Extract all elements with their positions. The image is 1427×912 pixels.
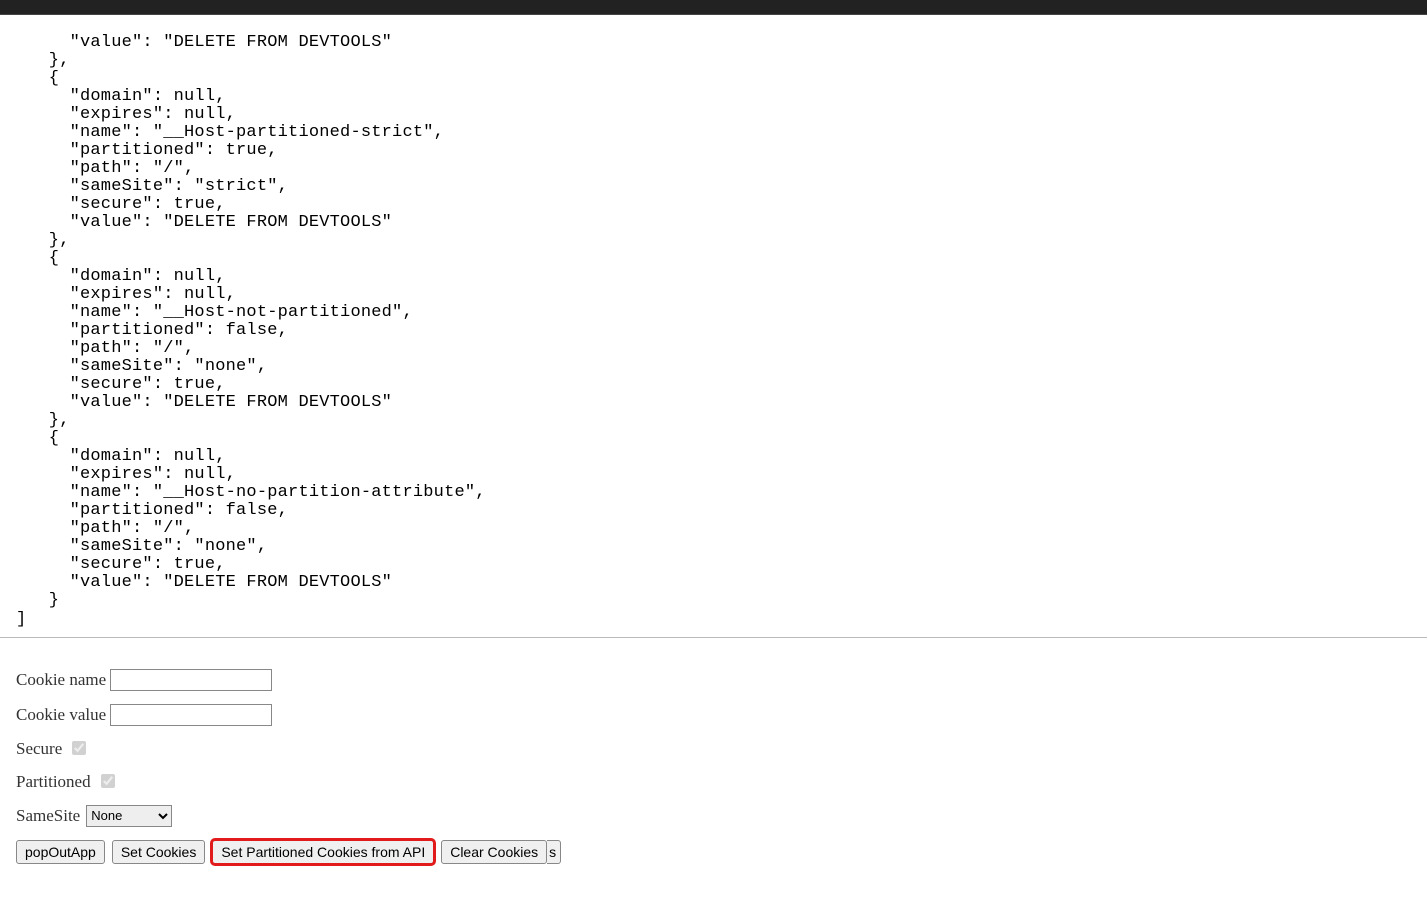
json-line: {: [28, 249, 59, 268]
json-line: "path": "/",: [28, 159, 194, 178]
page-content: "value": "DELETE FROM DEVTOOLS" }, { "do…: [0, 32, 1427, 876]
set-cookies-button[interactable]: Set Cookies: [112, 840, 205, 864]
clear-cookies-button[interactable]: Clear Cookies: [441, 840, 547, 864]
json-line: "secure": true,: [28, 375, 226, 394]
json-line: "value": "DELETE FROM DEVTOOLS": [28, 213, 392, 232]
partitioned-checkbox[interactable]: [101, 774, 115, 788]
json-line: "path": "/",: [28, 339, 194, 358]
cookie-value-input[interactable]: [110, 704, 272, 726]
json-line: "sameSite": "strict",: [28, 177, 288, 196]
cookie-name-input[interactable]: [110, 669, 272, 691]
json-line: "domain": null,: [28, 87, 226, 106]
partitioned-label: Partitioned: [16, 772, 91, 792]
browser-title-bar: [0, 0, 1427, 15]
json-line: {: [28, 69, 59, 88]
json-line: "name": "__Host-partitioned-strict",: [28, 123, 444, 142]
json-line: "domain": null,: [28, 447, 226, 466]
json-line: "expires": null,: [28, 465, 236, 484]
json-line: "domain": null,: [28, 267, 226, 286]
json-line: "path": "/",: [28, 519, 194, 538]
json-line: "sameSite": "none",: [28, 537, 267, 556]
json-line: "value": "DELETE FROM DEVTOOLS": [28, 573, 392, 592]
secure-row: Secure: [16, 739, 1411, 759]
json-line: }: [28, 591, 59, 610]
cookie-name-row: Cookie name: [16, 669, 1411, 691]
json-output: "value": "DELETE FROM DEVTOOLS" }, { "do…: [0, 32, 1427, 638]
cookie-value-row: Cookie value: [16, 704, 1411, 726]
partial-hidden-button[interactable]: s: [547, 840, 561, 864]
json-line: "partitioned": true,: [28, 141, 278, 160]
json-line: {: [28, 429, 59, 448]
json-line: },: [28, 231, 70, 250]
json-line: "secure": true,: [28, 195, 226, 214]
json-line: "expires": null,: [28, 105, 236, 124]
samesite-row: SameSite None: [16, 805, 1411, 827]
secure-label: Secure: [16, 739, 62, 759]
secure-checkbox[interactable]: [72, 741, 86, 755]
samesite-label: SameSite: [16, 806, 80, 826]
json-line: "expires": null,: [28, 285, 236, 304]
json-line: "name": "__Host-not-partitioned",: [28, 303, 413, 322]
json-line: "value": "DELETE FROM DEVTOOLS": [28, 33, 392, 52]
json-line: "partitioned": false,: [28, 501, 288, 520]
json-line: "sameSite": "none",: [28, 357, 267, 376]
json-line: "name": "__Host-no-partition-attribute",: [28, 483, 486, 502]
json-line: ]: [16, 610, 26, 629]
json-line: },: [28, 51, 70, 70]
json-line: "secure": true,: [28, 555, 226, 574]
popout-app-button[interactable]: popOutApp: [16, 840, 105, 864]
json-line: },: [28, 411, 70, 430]
set-partitioned-cookies-button[interactable]: Set Partitioned Cookies from API: [212, 840, 434, 864]
cookie-value-label: Cookie value: [16, 705, 106, 725]
cookie-form: Cookie name Cookie value Secure Partitio…: [0, 655, 1427, 876]
json-line: "partitioned": false,: [28, 321, 288, 340]
cookie-name-label: Cookie name: [16, 670, 106, 690]
json-line: "value": "DELETE FROM DEVTOOLS": [28, 393, 392, 412]
button-row: popOutApp Set Cookies Set Partitioned Co…: [16, 840, 1411, 864]
partitioned-row: Partitioned: [16, 772, 1411, 792]
samesite-select[interactable]: None: [86, 805, 172, 827]
